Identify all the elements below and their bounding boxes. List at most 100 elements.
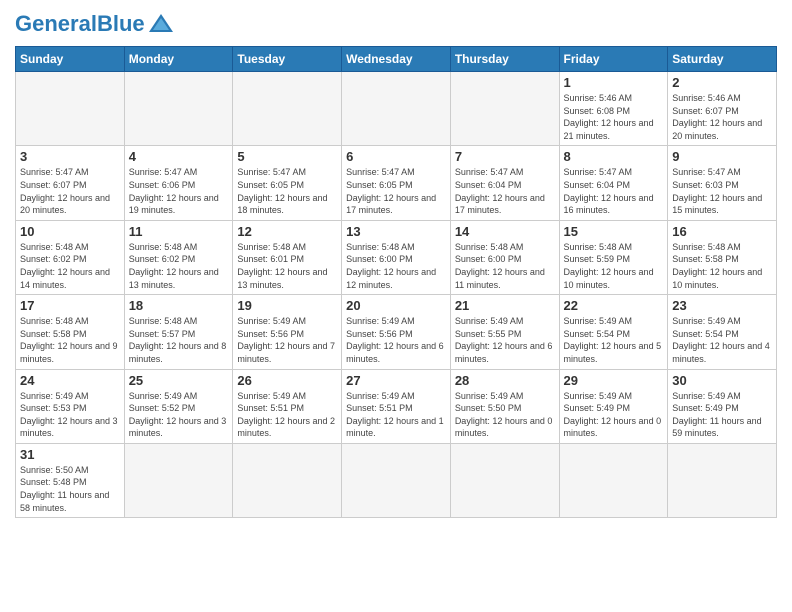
day-info: Sunrise: 5:49 AM Sunset: 5:51 PM Dayligh… [346, 390, 446, 440]
day-number: 5 [237, 149, 337, 164]
day-number: 20 [346, 298, 446, 313]
day-number: 23 [672, 298, 772, 313]
calendar-week-row: 24 Sunrise: 5:49 AM Sunset: 5:53 PM Dayli… [16, 369, 777, 443]
day-number: 12 [237, 224, 337, 239]
logo: GeneralBlue [15, 10, 175, 38]
day-info: Sunrise: 5:46 AM Sunset: 6:08 PM Dayligh… [564, 92, 664, 142]
day-info: Sunrise: 5:48 AM Sunset: 5:58 PM Dayligh… [20, 315, 120, 365]
calendar-cell [559, 443, 668, 517]
day-info: Sunrise: 5:47 AM Sunset: 6:04 PM Dayligh… [564, 166, 664, 216]
day-number: 8 [564, 149, 664, 164]
day-number: 4 [129, 149, 229, 164]
calendar-cell: 17 Sunrise: 5:48 AM Sunset: 5:58 PM Dayli… [16, 295, 125, 369]
day-number: 16 [672, 224, 772, 239]
calendar-cell: 7Sunrise: 5:47 AM Sunset: 6:04 PM Daylig… [450, 146, 559, 220]
day-number: 1 [564, 75, 664, 90]
day-header-saturday: Saturday [668, 47, 777, 72]
day-number: 3 [20, 149, 120, 164]
day-number: 24 [20, 373, 120, 388]
calendar-cell: 5 Sunrise: 5:47 AM Sunset: 6:05 PM Daylig… [233, 146, 342, 220]
day-info: Sunrise: 5:49 AM Sunset: 5:54 PM Dayligh… [564, 315, 664, 365]
calendar-cell: 3 Sunrise: 5:47 AM Sunset: 6:07 PM Daylig… [16, 146, 125, 220]
day-header-friday: Friday [559, 47, 668, 72]
day-number: 21 [455, 298, 555, 313]
calendar-cell [124, 72, 233, 146]
day-number: 30 [672, 373, 772, 388]
day-header-thursday: Thursday [450, 47, 559, 72]
day-info: Sunrise: 5:47 AM Sunset: 6:06 PM Dayligh… [129, 166, 229, 216]
day-number: 26 [237, 373, 337, 388]
calendar-week-row: 31Sunrise: 5:50 AM Sunset: 5:48 PM Dayli… [16, 443, 777, 517]
calendar-cell: 12Sunrise: 5:48 AM Sunset: 6:01 PM Dayli… [233, 220, 342, 294]
calendar-cell: 25Sunrise: 5:49 AM Sunset: 5:52 PM Dayli… [124, 369, 233, 443]
calendar-header-row: SundayMondayTuesdayWednesdayThursdayFrid… [16, 47, 777, 72]
calendar-week-row: 3 Sunrise: 5:47 AM Sunset: 6:07 PM Daylig… [16, 146, 777, 220]
calendar-cell: 14Sunrise: 5:48 AM Sunset: 6:00 PM Dayli… [450, 220, 559, 294]
day-info: Sunrise: 5:48 AM Sunset: 5:57 PM Dayligh… [129, 315, 229, 365]
day-number: 22 [564, 298, 664, 313]
day-info: Sunrise: 5:49 AM Sunset: 5:50 PM Dayligh… [455, 390, 555, 440]
day-number: 28 [455, 373, 555, 388]
calendar-cell: 26 Sunrise: 5:49 AM Sunset: 5:51 PM Dayli… [233, 369, 342, 443]
calendar-cell: 6 Sunrise: 5:47 AM Sunset: 6:05 PM Daylig… [342, 146, 451, 220]
day-info: Sunrise: 5:47 AM Sunset: 6:04 PM Dayligh… [455, 166, 555, 216]
day-info: Sunrise: 5:47 AM Sunset: 6:05 PM Dayligh… [346, 166, 446, 216]
calendar-cell: 29Sunrise: 5:49 AM Sunset: 5:49 PM Dayli… [559, 369, 668, 443]
calendar-cell: 22 Sunrise: 5:49 AM Sunset: 5:54 PM Dayli… [559, 295, 668, 369]
day-info: Sunrise: 5:47 AM Sunset: 6:05 PM Dayligh… [237, 166, 337, 216]
day-info: Sunrise: 5:49 AM Sunset: 5:49 PM Dayligh… [672, 390, 772, 440]
day-info: Sunrise: 5:49 AM Sunset: 5:55 PM Dayligh… [455, 315, 555, 365]
day-number: 18 [129, 298, 229, 313]
day-info: Sunrise: 5:49 AM Sunset: 5:56 PM Dayligh… [346, 315, 446, 365]
calendar-cell: 13 Sunrise: 5:48 AM Sunset: 6:00 PM Dayli… [342, 220, 451, 294]
logo-general: General [15, 11, 97, 36]
day-number: 31 [20, 447, 120, 462]
logo-blue: Blue [97, 11, 145, 36]
calendar-cell: 4 Sunrise: 5:47 AM Sunset: 6:06 PM Daylig… [124, 146, 233, 220]
day-info: Sunrise: 5:48 AM Sunset: 6:02 PM Dayligh… [20, 241, 120, 291]
calendar-cell: 15 Sunrise: 5:48 AM Sunset: 5:59 PM Dayli… [559, 220, 668, 294]
day-number: 25 [129, 373, 229, 388]
calendar-cell: 24 Sunrise: 5:49 AM Sunset: 5:53 PM Dayli… [16, 369, 125, 443]
day-info: Sunrise: 5:49 AM Sunset: 5:56 PM Dayligh… [237, 315, 337, 365]
day-header-monday: Monday [124, 47, 233, 72]
day-number: 9 [672, 149, 772, 164]
day-info: Sunrise: 5:49 AM Sunset: 5:53 PM Dayligh… [20, 390, 120, 440]
calendar-cell [16, 72, 125, 146]
calendar-cell [233, 72, 342, 146]
calendar-cell: 8 Sunrise: 5:47 AM Sunset: 6:04 PM Daylig… [559, 146, 668, 220]
calendar-cell: 21 Sunrise: 5:49 AM Sunset: 5:55 PM Dayli… [450, 295, 559, 369]
day-header-wednesday: Wednesday [342, 47, 451, 72]
day-number: 17 [20, 298, 120, 313]
day-number: 2 [672, 75, 772, 90]
day-info: Sunrise: 5:47 AM Sunset: 6:03 PM Dayligh… [672, 166, 772, 216]
header: GeneralBlue [15, 10, 777, 38]
calendar-cell: 9 Sunrise: 5:47 AM Sunset: 6:03 PM Daylig… [668, 146, 777, 220]
calendar-week-row: 1 Sunrise: 5:46 AM Sunset: 6:08 PM Daylig… [16, 72, 777, 146]
calendar-cell: 16Sunrise: 5:48 AM Sunset: 5:58 PM Dayli… [668, 220, 777, 294]
calendar-cell: 30 Sunrise: 5:49 AM Sunset: 5:49 PM Dayli… [668, 369, 777, 443]
logo-text: GeneralBlue [15, 13, 145, 35]
day-info: Sunrise: 5:49 AM Sunset: 5:51 PM Dayligh… [237, 390, 337, 440]
day-info: Sunrise: 5:49 AM Sunset: 5:49 PM Dayligh… [564, 390, 664, 440]
calendar-cell: 23Sunrise: 5:49 AM Sunset: 5:54 PM Dayli… [668, 295, 777, 369]
calendar-cell: 11Sunrise: 5:48 AM Sunset: 6:02 PM Dayli… [124, 220, 233, 294]
day-info: Sunrise: 5:46 AM Sunset: 6:07 PM Dayligh… [672, 92, 772, 142]
calendar-cell [450, 443, 559, 517]
calendar-cell [668, 443, 777, 517]
calendar-cell: 18 Sunrise: 5:48 AM Sunset: 5:57 PM Dayli… [124, 295, 233, 369]
day-info: Sunrise: 5:48 AM Sunset: 6:02 PM Dayligh… [129, 241, 229, 291]
day-info: Sunrise: 5:48 AM Sunset: 6:00 PM Dayligh… [346, 241, 446, 291]
calendar-cell [342, 72, 451, 146]
day-info: Sunrise: 5:47 AM Sunset: 6:07 PM Dayligh… [20, 166, 120, 216]
calendar-cell [124, 443, 233, 517]
day-number: 13 [346, 224, 446, 239]
day-number: 14 [455, 224, 555, 239]
calendar-table: SundayMondayTuesdayWednesdayThursdayFrid… [15, 46, 777, 518]
day-info: Sunrise: 5:48 AM Sunset: 5:59 PM Dayligh… [564, 241, 664, 291]
day-number: 15 [564, 224, 664, 239]
day-header-sunday: Sunday [16, 47, 125, 72]
calendar-cell: 27Sunrise: 5:49 AM Sunset: 5:51 PM Dayli… [342, 369, 451, 443]
day-number: 6 [346, 149, 446, 164]
calendar-cell: 31Sunrise: 5:50 AM Sunset: 5:48 PM Dayli… [16, 443, 125, 517]
